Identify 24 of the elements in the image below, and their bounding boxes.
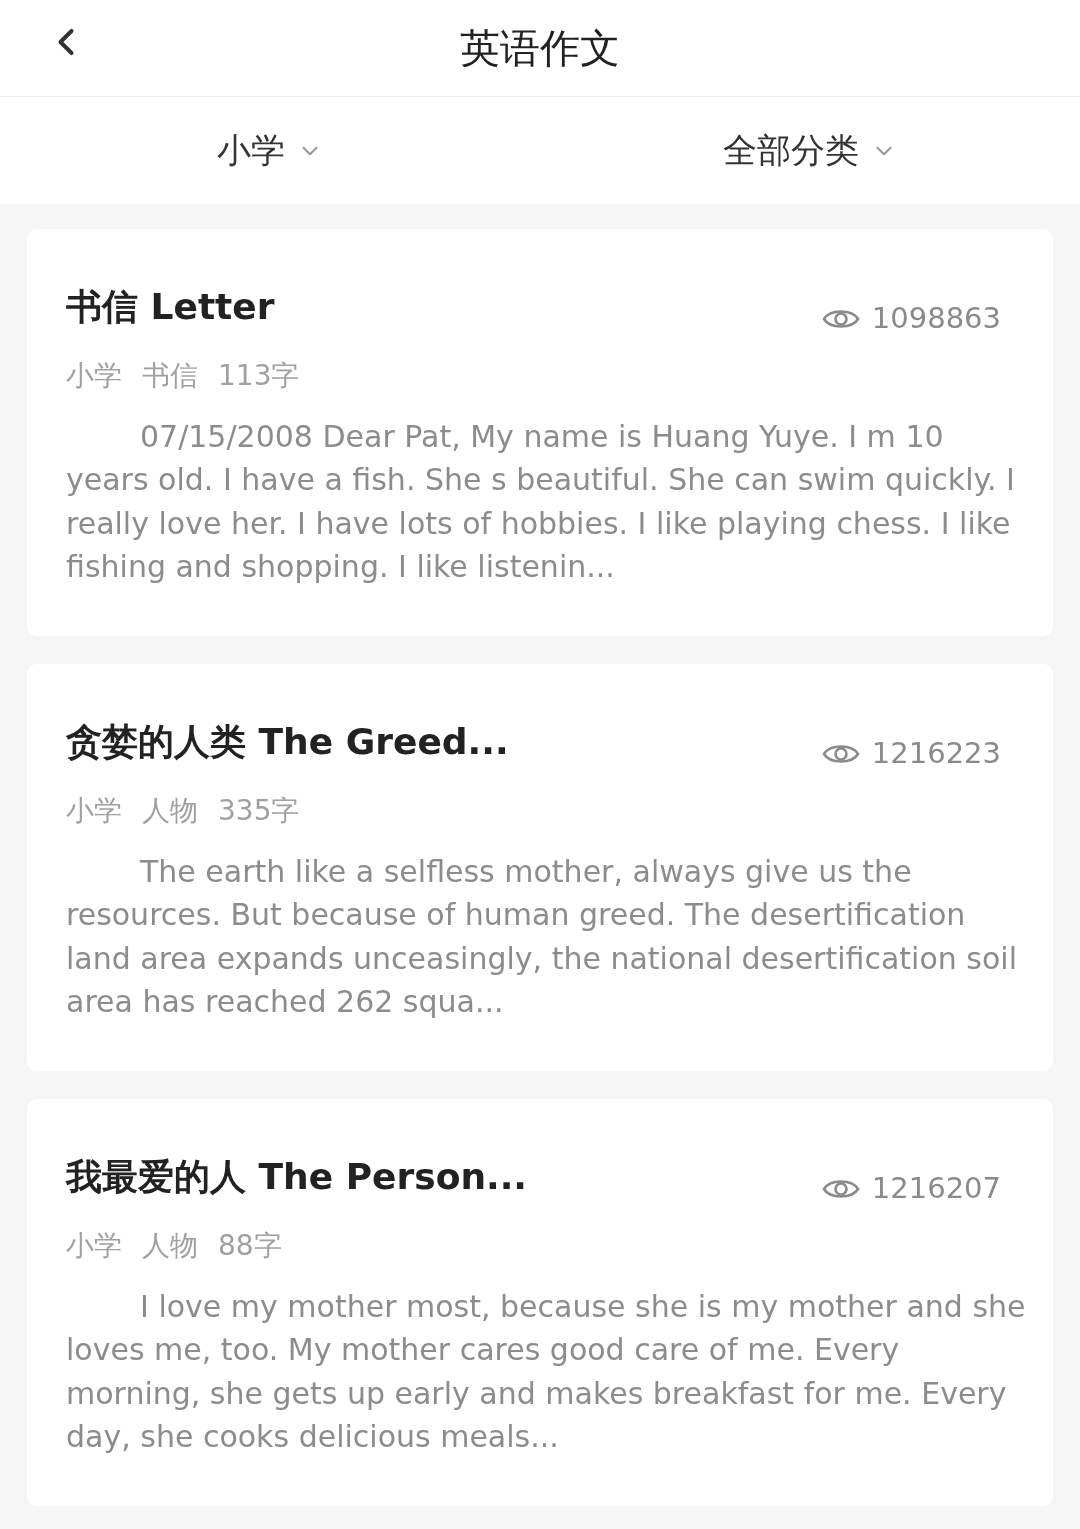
article-card[interactable] (27, 229, 1053, 636)
article-title: 贪婪的人类 The Greed... (66, 720, 509, 764)
view-count: 1098863 (871, 300, 1001, 337)
view-count: 1216207 (871, 1170, 1001, 1207)
meta-tag: 小学 (66, 354, 122, 397)
view-count: 1216223 (871, 735, 1001, 772)
page-title: 英语作文 (460, 24, 620, 73)
article-excerpt: 07/15/2008 Dear Pat, My name is Huang Yuye. I m 10 years old. I have a fish. She s beautiful. She can swim quickly. I really love her. I have lots of hobbies. I like playing chess. I like fishing and shopping. I like listenin... (66, 417, 1016, 586)
filter-dropdown[interactable]: 小学 (0, 97, 540, 204)
filter-dropdown[interactable]: 全部分类 (540, 97, 1080, 204)
article-title: 书信 Letter (66, 285, 275, 329)
meta-tag: 书信 (142, 354, 198, 397)
article-title: 我最爱的人 The Person... (66, 1155, 528, 1199)
meta-tag: 小学 (66, 1224, 122, 1267)
meta-tag: 88字 (218, 1224, 282, 1267)
meta-tag: 113字 (218, 354, 300, 397)
article-card[interactable] (27, 664, 1053, 1071)
meta-tag: 335字 (218, 789, 300, 832)
article-excerpt: I love my mother most, because she is my mother and she loves me, too. My mother cares good care of me. Every morning, she gets up early and makes breakfast for me. Every day, she cooks delicious meals... (66, 1287, 1026, 1456)
meta-tag: 小学 (66, 789, 122, 832)
meta-tag: 人物 (142, 1224, 198, 1267)
article-card[interactable] (27, 1099, 1053, 1506)
article-excerpt: The earth like a selfless mother, always give us the resources. But because of human greed. The desertification land area expands unceasingly, the national desertification soil area has reached 262 squa... (66, 852, 1018, 1021)
meta-tag: 人物 (142, 789, 198, 832)
